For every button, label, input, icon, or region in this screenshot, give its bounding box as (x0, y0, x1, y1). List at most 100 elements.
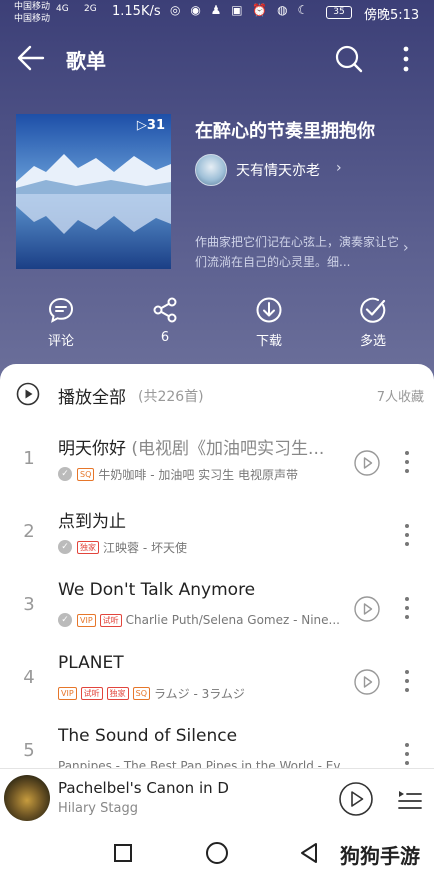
home-button[interactable] (206, 842, 228, 864)
sq-badge: SQ (132, 686, 151, 700)
song-row[interactable]: 4 PLANET VIP 试听 独家 SQ ラムジ - 3ラムジ (0, 645, 434, 718)
play-all-row[interactable]: 播放全部 (共226首) 7人收藏 (0, 364, 434, 424)
more-options-icon[interactable] (398, 44, 414, 74)
share-count: 6 (160, 330, 170, 345)
multiselect-label: 多选 (359, 334, 386, 349)
song-index: 2 (23, 521, 35, 542)
battery-icon: 35 (326, 6, 352, 19)
play-all-label[interactable]: 播放全部 (58, 383, 126, 408)
song-artist-album: 牛奶咖啡 - 加油吧 实习生 电视原声带 (98, 467, 298, 482)
sq-badge: SQ (77, 467, 95, 481)
song-artist-album: 江映蓉 - 坏天使 (103, 540, 187, 555)
share-icon (153, 297, 177, 323)
playlist-name: 在醉心的节奏里拥抱你 (195, 121, 375, 142)
chevron-right-icon[interactable]: › (403, 240, 409, 256)
more-options-icon[interactable] (400, 521, 414, 549)
song-artist-album: Panpipes - The Best Pan Pipes in the Wor… (58, 759, 340, 768)
signal-2: 2G (84, 4, 97, 14)
song-name: 点到为止 (58, 512, 126, 532)
song-subtitle-line: ✓ SQ 牛奶咖啡 - 加油吧 实习生 电视原声带 (58, 465, 340, 483)
song-row[interactable]: 5 The Sound of Silence Panpipes - The Be… (0, 718, 434, 768)
song-subtitle-line: ✓ 独家 江映蓉 - 坏天使 (58, 538, 340, 556)
more-options-icon[interactable] (400, 667, 414, 695)
alarm-icon: ⏰ (252, 3, 271, 17)
playlist-queue-icon[interactable] (396, 785, 424, 813)
play-button-icon[interactable] (338, 781, 374, 817)
wechat-icon: ◉ (190, 3, 204, 17)
qq-icon: ♟ (210, 3, 225, 17)
mv-play-icon[interactable] (354, 669, 380, 695)
back-arrow-icon[interactable] (16, 44, 46, 72)
song-name: PLANET (58, 653, 124, 673)
song-title: The Sound of Silence (58, 726, 340, 746)
song-index: 3 (23, 594, 35, 615)
download-icon (256, 297, 282, 323)
mv-play-icon[interactable] (354, 450, 380, 476)
search-icon[interactable] (334, 44, 364, 74)
song-title: 明天你好 (电视剧《加油吧实习生... (58, 434, 340, 459)
song-row[interactable]: 1 明天你好 (电视剧《加油吧实习生... ✓ SQ 牛奶咖啡 - 加油吧 实习… (0, 426, 434, 499)
carrier-labels: 中国移动 中国移动 (14, 1, 50, 25)
song-row[interactable]: 2 点到为止 ✓ 独家 江映蓉 - 坏天使 (0, 499, 434, 572)
song-subtitle-line: ✓ VIP 试听 Charlie Puth/Selena Gomez - Nin… (58, 611, 340, 629)
trial-badge: 试听 (80, 686, 103, 700)
eye-icon: ◍ (277, 3, 291, 17)
more-options-icon[interactable] (400, 740, 414, 768)
back-triangle-icon[interactable] (298, 842, 320, 864)
comment-label: 评论 (47, 334, 74, 349)
exclusive-badge: 独家 (77, 540, 99, 554)
song-artist-album: ラムジ - 3ラムジ (154, 686, 245, 701)
song-index: 1 (23, 448, 35, 469)
now-playing-artwork[interactable] (4, 775, 50, 821)
song-name: We Don't Talk Anymore (58, 580, 256, 600)
more-options-icon[interactable] (400, 594, 414, 622)
song-title: We Don't Talk Anymore (58, 580, 340, 600)
vip-badge: VIP (77, 613, 96, 627)
status-icons: ◎ ◉ ♟ ▣ ⏰ ◍ ☾ (170, 3, 311, 17)
collect-count: 7人收藏 (376, 390, 424, 405)
page-title: 歌单 (66, 49, 106, 73)
multiselect-icon (360, 297, 386, 323)
check-icon: ✓ (58, 467, 72, 481)
song-subtitle-line: Panpipes - The Best Pan Pipes in the Wor… (58, 757, 340, 768)
carrier-1: 中国移动 (14, 2, 51, 12)
chevron-right-icon[interactable]: › (336, 160, 342, 176)
song-count: (共226首) (138, 389, 204, 405)
carrier-2: 中国移动 (14, 14, 51, 24)
check-icon: ✓ (58, 613, 72, 627)
share-button[interactable]: 6 (135, 296, 195, 345)
cover-image (16, 114, 171, 269)
more-options-icon[interactable] (400, 448, 414, 476)
song-extra: (电视剧《加油吧实习生... (126, 439, 325, 459)
moon-icon: ☾ (297, 3, 312, 17)
song-name: The Sound of Silence (58, 726, 238, 746)
vip-badge: VIP (58, 686, 77, 700)
mv-play-icon[interactable] (354, 596, 380, 622)
playlist-description[interactable]: 作曲家把它们记在心弦上，演奏家让它们流淌在自己的心灵里。细... (195, 232, 400, 272)
play-count: ▷31 (136, 118, 165, 133)
network-speed: 1.15K/s (112, 4, 161, 19)
comment-button[interactable]: 评论 (31, 296, 91, 349)
multiselect-button[interactable]: 多选 (343, 296, 403, 349)
song-list-panel: 播放全部 (共226首) 7人收藏 1 明天你好 (电视剧《加油吧实习生... … (0, 364, 434, 768)
song-subtitle-line: VIP 试听 独家 SQ ラムジ - 3ラムジ (58, 684, 340, 702)
download-button[interactable]: 下载 (239, 296, 299, 349)
comment-icon (48, 297, 74, 323)
status-bar: 中国移动 中国移动 4G 2G 1.15K/s ◎ ◉ ♟ ▣ ⏰ ◍ ☾ 35… (0, 0, 434, 28)
creator-name[interactable]: 天有情天亦老 (236, 160, 320, 180)
now-playing-artist[interactable]: Hilary Stagg (58, 801, 138, 816)
song-index: 5 (23, 740, 35, 761)
recents-button[interactable] (114, 844, 132, 862)
action-bar: 评论 6 下载 多选 (0, 296, 434, 356)
download-label: 下载 (255, 334, 282, 349)
song-row[interactable]: 3 We Don't Talk Anymore ✓ VIP 试听 Charlie… (0, 572, 434, 645)
creator-avatar[interactable] (195, 154, 227, 186)
play-circle-icon[interactable] (16, 382, 40, 406)
playlist-cover[interactable]: ▷31 (16, 114, 171, 269)
watermark: 狗狗手游 (340, 844, 420, 868)
song-index: 4 (23, 667, 35, 688)
now-playing-title[interactable]: Pachelbel's Canon in D (58, 779, 229, 797)
song-name: 明天你好 (58, 439, 126, 459)
mini-player[interactable]: Pachelbel's Canon in D Hilary Stagg (0, 768, 434, 828)
app-bar: 歌单 (0, 30, 434, 86)
